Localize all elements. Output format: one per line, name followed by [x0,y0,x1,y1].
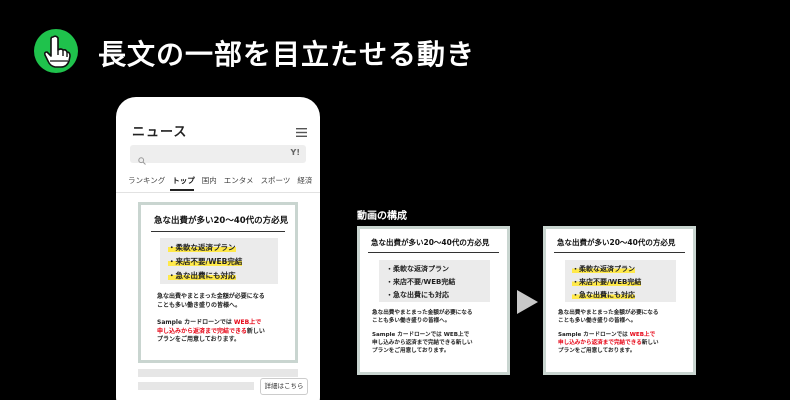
phone-mockup: ニュース Y! ランキング トップ 国内 エンタメ スポーツ 経済 急な出費が多… [116,97,320,400]
ad-heading: 急な出費が多い20～40代の方必見 [557,238,676,247]
ad-paragraph: 急な出費やまとまった金額が必要になる ことも多い働き盛りの皆様へ。 [558,310,659,325]
ad-point: ・急な出費にも対応 [572,291,635,299]
placeholder-bar [138,382,254,390]
ad-paragraph: 急な出費やまとまった金額が必要になる ことも多い働き盛りの皆様へ。 [157,293,265,309]
news-tabs: ランキング トップ 国内 エンタメ スポーツ 経済 [128,175,319,186]
placeholder-bar [138,369,298,377]
search-icon [138,150,146,165]
ad-paragraph: 急な出費やまとまった金額が必要になる ことも多い働き盛りの皆様へ。 [372,310,473,325]
app-title: ニュース [132,125,188,140]
frame-before: 急な出費が多い20～40代の方必見 ・柔軟な返済プラン ・来店不要/WEB完結 … [357,226,510,375]
ad-card[interactable]: 急な出費が多い20～40代の方必見 ・柔軟な返済プラン ・来店不要/WEB完結 … [138,202,298,363]
ad-point: ・柔軟な返済プラン [386,265,449,273]
tab-domestic[interactable]: 国内 [202,176,217,185]
tab-sports[interactable]: スポーツ [261,176,291,185]
ad-paragraph: Sample カードローンでは WEB上で 申し込みから返済まで完結できる新しいプ… [157,319,265,344]
pointing-hand-icon [34,29,78,73]
search-input[interactable] [150,147,270,161]
detail-button[interactable]: 詳細はこちら [260,378,308,395]
ad-point: ・柔軟な返済プラン [572,265,635,273]
structure-label: 動画の構成 [357,211,407,222]
ad-point: ・来店不要/WEB完結 [386,278,456,286]
tab-economy[interactable]: 経済 [297,176,312,185]
ad-point: ・急な出費にも対応 [168,271,236,280]
active-tab-indicator [170,189,194,191]
ad-point: ・柔軟な返済プラン [168,243,236,252]
ad-heading-rule [151,231,285,232]
ad-heading-rule [368,252,499,253]
ad-heading: 急な出費が多い20～40代の方必見 [154,216,289,226]
ad-point: ・来店不要/WEB完結 [168,257,243,266]
divider [116,192,320,193]
search-brand-icon: Y! [290,148,300,157]
tab-ranking[interactable]: ランキング [128,176,165,185]
ad-point: ・来店不要/WEB完結 [572,278,642,286]
ad-paragraph: Sample カードローンでは WEB上で 申し込みから返済まで完結できる新しいプ… [558,332,659,355]
hamburger-menu-icon[interactable] [296,123,307,137]
ad-heading: 急な出費が多い20～40代の方必見 [371,238,490,247]
ad-paragraph: Sample カードローンでは WEB上で 申し込みから返済まで完結できる新しいプ… [372,332,473,355]
play-arrow-icon [517,290,538,314]
frame-after: 急な出費が多い20～40代の方必見 ・柔軟な返済プラン ・来店不要/WEB完結 … [543,226,696,375]
ad-heading-rule [554,252,685,253]
slide: 長文の一部を目立たせる動き ニュース Y! ランキング トップ 国内 エンタメ スポーツ… [0,0,790,400]
search-bar[interactable]: Y! [130,145,306,165]
ad-point: ・急な出費にも対応 [386,291,449,299]
tab-top[interactable]: トップ [172,176,195,185]
tab-entertainment[interactable]: エンタメ [224,176,254,185]
page-title: 長文の一部を目立たせる動き [98,38,476,71]
